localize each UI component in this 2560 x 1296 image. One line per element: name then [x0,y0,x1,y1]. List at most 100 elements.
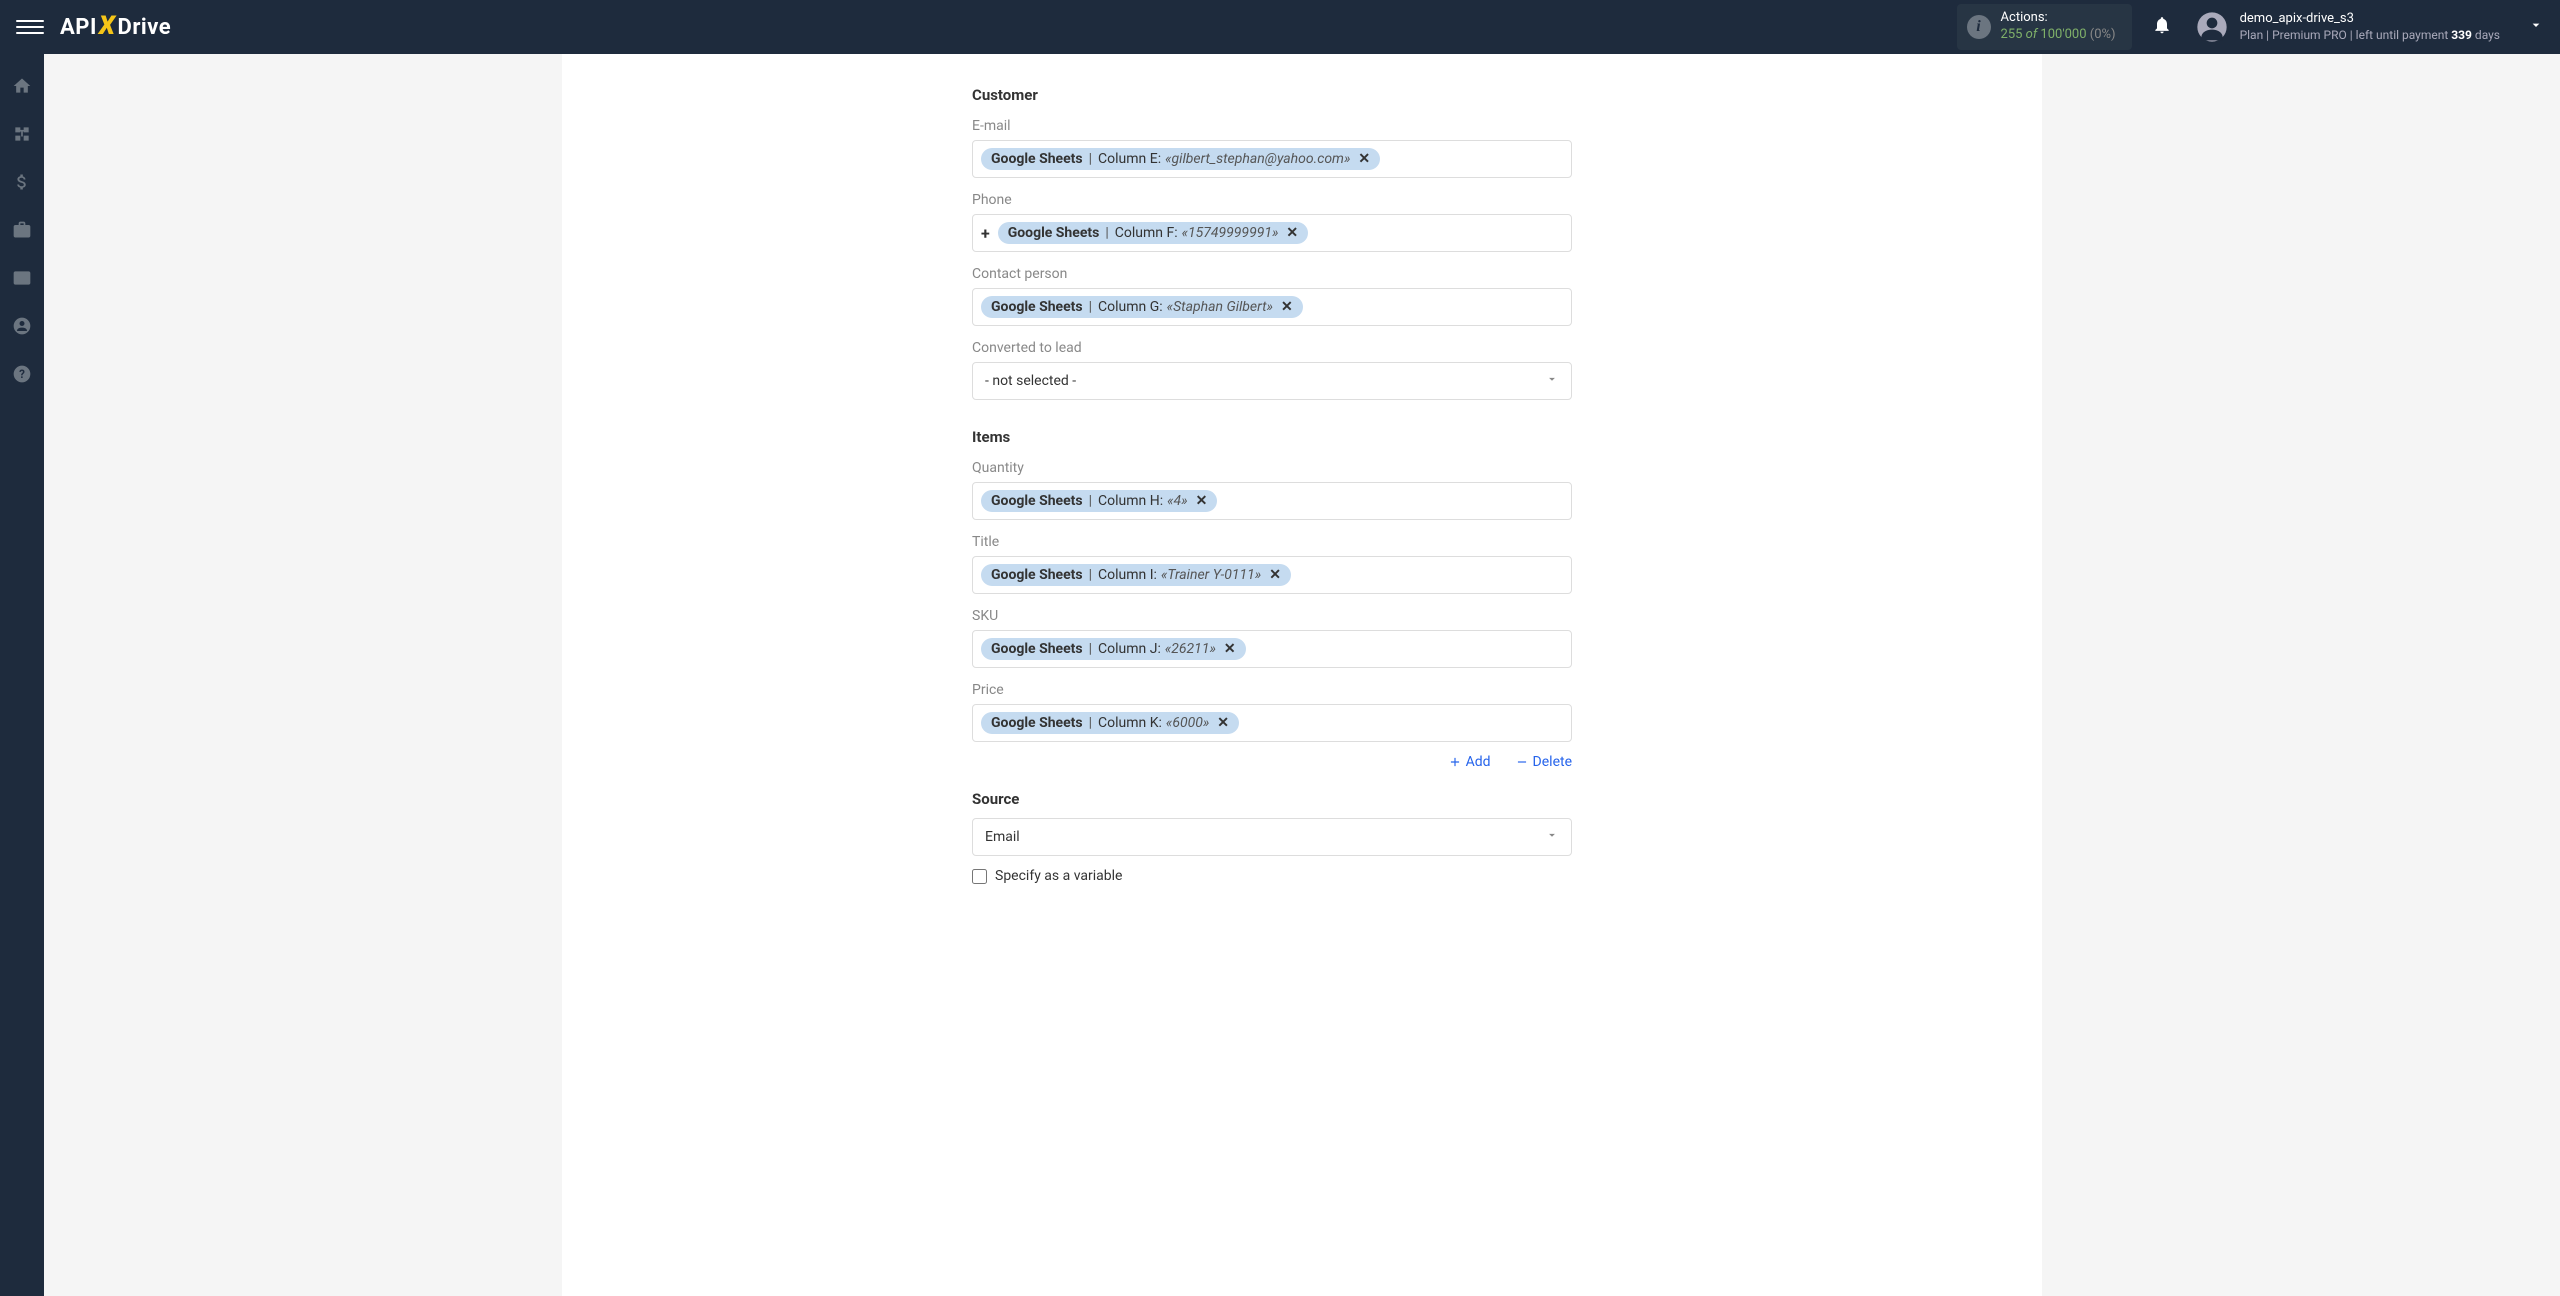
token-value: «Trainer Y-0111» [1161,567,1261,583]
phone-label: Phone [972,192,1572,208]
delete-label: Delete [1533,754,1572,770]
minus-icon [1515,755,1529,769]
sidebar-work[interactable] [10,218,34,242]
phone-token[interactable]: Google Sheets | Column F: «15749999991» … [998,222,1308,244]
price-input[interactable]: Google Sheets | Column K: «6000» ✕ [972,704,1572,742]
quantity-input[interactable]: Google Sheets | Column H: «4» ✕ [972,482,1572,520]
chevron-down-icon [1545,828,1559,846]
token-remove-icon[interactable]: ✕ [1196,493,1208,509]
specify-variable-row[interactable]: Specify as a variable [972,868,1572,884]
content: Customer E-mail Google Sheets | Column E… [562,54,2042,1296]
items-section-title: Items [972,428,1572,446]
token-source: Google Sheets [991,151,1083,167]
token-value: «gilbert_stephan@yahoo.com» [1165,151,1350,167]
plan-prefix: Plan | [2240,28,2270,42]
actions-pct: (0%) [2087,27,2116,42]
converted-label: Converted to lead [972,340,1572,356]
logo-text-2: Drive [118,15,172,40]
title-input[interactable]: Google Sheets | Column I: «Trainer Y-011… [972,556,1572,594]
phone-prefix: + [981,224,990,243]
info-icon: i [1967,15,1991,39]
specify-variable-label: Specify as a variable [995,868,1122,884]
email-input[interactable]: Google Sheets | Column E: «gilbert_steph… [972,140,1572,178]
menu-button[interactable] [16,13,44,41]
sidebar-video[interactable] [10,266,34,290]
token-source: Google Sheets [1008,225,1100,241]
quantity-token[interactable]: Google Sheets | Column H: «4» ✕ [981,490,1217,512]
token-value: «26211» [1165,641,1216,657]
token-source: Google Sheets [991,715,1083,731]
token-remove-icon[interactable]: ✕ [1281,299,1293,315]
token-source: Google Sheets [991,567,1083,583]
token-remove-icon[interactable]: ✕ [1358,151,1370,167]
source-section-title: Source [972,790,1572,808]
sidebar-help[interactable]: ? [10,362,34,386]
chevron-down-icon [1545,372,1559,390]
token-source: Google Sheets [991,299,1083,315]
token-remove-icon[interactable]: ✕ [1286,225,1298,241]
add-label: Add [1466,754,1491,770]
logo[interactable]: API X Drive [60,12,171,42]
token-value: «Staphan Gilbert» [1167,299,1273,315]
token-column: Column K: [1098,715,1162,731]
token-column: Column G: [1098,299,1163,315]
user-info: demo_apix-drive_s3 Plan | Premium PRO | … [2240,11,2500,43]
sku-token[interactable]: Google Sheets | Column J: «26211» ✕ [981,638,1246,660]
form-column: Customer E-mail Google Sheets | Column E… [972,54,1572,884]
plan-days: 339 [2451,28,2472,42]
chevron-down-icon[interactable] [2528,17,2544,37]
actions-count: 255 [2001,27,2023,42]
converted-select[interactable]: - not selected - [972,362,1572,400]
plan-name: Premium PRO [2272,28,2347,42]
specify-variable-checkbox[interactable] [972,869,987,884]
token-column: Column F: [1115,225,1178,241]
sidebar-home[interactable] [10,74,34,98]
sku-input[interactable]: Google Sheets | Column J: «26211» ✕ [972,630,1572,668]
actions-panel[interactable]: i Actions: 255 of 100'000 (0%) [1957,4,2132,50]
main: Customer E-mail Google Sheets | Column E… [44,54,2560,1296]
sidebar: ? [0,54,44,1296]
token-source: Google Sheets [991,493,1083,509]
sku-label: SKU [972,608,1572,624]
email-token[interactable]: Google Sheets | Column E: «gilbert_steph… [981,148,1380,170]
token-column: Column J: [1098,641,1161,657]
token-source: Google Sheets [991,641,1083,657]
token-remove-icon[interactable]: ✕ [1269,567,1281,583]
contact-token[interactable]: Google Sheets | Column G: «Staphan Gilbe… [981,296,1303,318]
notifications-icon[interactable] [2152,15,2172,39]
sidebar-account[interactable] [10,314,34,338]
actions-text: Actions: 255 of 100'000 (0%) [2001,10,2116,44]
token-column: Column E: [1098,151,1161,167]
phone-input[interactable]: + Google Sheets | Column F: «15749999991… [972,214,1572,252]
header: API X Drive i Actions: 255 of 100'000 (0… [0,0,2560,54]
token-column: Column I: [1098,567,1157,583]
actions-label: Actions: [2001,10,2116,27]
logo-x: X [99,11,116,41]
token-remove-icon[interactable]: ✕ [1224,641,1236,657]
sidebar-connections[interactable] [10,122,34,146]
contact-input[interactable]: Google Sheets | Column G: «Staphan Gilbe… [972,288,1572,326]
item-actions: Add Delete [972,754,1572,770]
user-menu[interactable]: demo_apix-drive_s3 Plan | Premium PRO | … [2196,11,2544,43]
price-token[interactable]: Google Sheets | Column K: «6000» ✕ [981,712,1239,734]
source-value: Email [985,829,1020,845]
token-remove-icon[interactable]: ✕ [1217,715,1229,731]
converted-value: - not selected - [985,373,1076,389]
svg-text:?: ? [19,367,25,381]
delete-button[interactable]: Delete [1515,754,1572,770]
plus-icon [1448,755,1462,769]
token-value: «15749999991» [1182,225,1279,241]
token-column: Column H: [1098,493,1163,509]
title-label: Title [972,534,1572,550]
customer-section-title: Customer [972,86,1572,104]
email-label: E-mail [972,118,1572,134]
price-label: Price [972,682,1572,698]
source-select[interactable]: Email [972,818,1572,856]
avatar-icon [2196,11,2228,43]
actions-total: 100'000 [2040,27,2086,42]
add-button[interactable]: Add [1448,754,1491,770]
actions-of: of [2022,27,2040,42]
sidebar-billing[interactable] [10,170,34,194]
logo-text-1: API [60,15,97,40]
title-token[interactable]: Google Sheets | Column I: «Trainer Y-011… [981,564,1291,586]
